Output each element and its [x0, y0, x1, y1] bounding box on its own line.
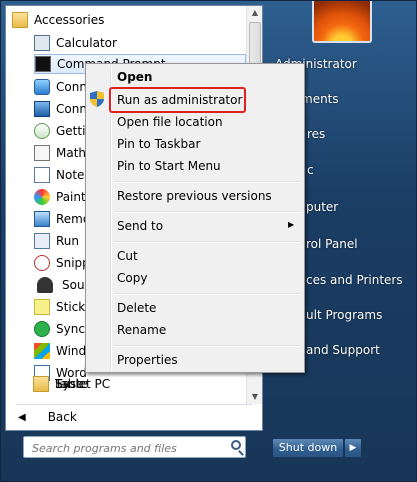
program-label: Getti	[56, 124, 86, 138]
menu-separator	[114, 241, 300, 243]
submenu-arrow-icon: ▶	[288, 220, 295, 229]
getting-started-icon	[34, 123, 50, 139]
windows-icon	[34, 343, 50, 359]
program-label: Tablet PC	[55, 377, 111, 391]
menu-item-rename[interactable]: Rename	[117, 323, 166, 337]
right-item-control-panel[interactable]: rol Panel	[306, 237, 358, 251]
command-prompt-icon	[35, 56, 51, 72]
start-menu: Accessories Calculator Command Prompt Co…	[0, 0, 417, 482]
menu-item-run-as-administrator[interactable]: Run as administrator	[117, 93, 242, 107]
sticky-notes-icon	[34, 299, 50, 315]
search-input[interactable]	[30, 439, 214, 457]
menu-item-send-to[interactable]: Send to	[117, 219, 163, 233]
menu-item-open-file-location[interactable]: Open file location	[117, 115, 223, 129]
right-item-documents[interactable]: ments	[301, 92, 339, 106]
uac-shield-icon	[90, 91, 104, 107]
right-item-help-support[interactable]: and Support	[306, 343, 380, 357]
remote-desktop-connect-icon	[34, 101, 50, 117]
math-input-icon	[34, 145, 50, 161]
menu-item-open[interactable]: Open	[117, 70, 152, 84]
program-label: Wind	[56, 344, 87, 358]
menu-item-restore-previous-versions[interactable]: Restore previous versions	[117, 189, 272, 203]
menu-item-delete[interactable]: Delete	[117, 301, 156, 315]
program-label: Note	[56, 168, 85, 182]
menu-gutter	[110, 66, 112, 370]
program-label: Paint	[56, 190, 86, 204]
sync-center-icon	[34, 321, 50, 337]
paint-icon	[34, 189, 50, 205]
right-item-devices-printers[interactable]: ces and Printers	[306, 273, 403, 287]
list-divider	[16, 404, 252, 405]
notepad-icon	[34, 167, 50, 183]
scroll-down-arrow-icon[interactable]: ▼	[247, 390, 263, 404]
program-label: Conn	[56, 80, 87, 94]
right-item-default-programs[interactable]: ult Programs	[306, 308, 382, 322]
calculator-icon	[34, 35, 50, 51]
program-label: Conn	[56, 102, 87, 116]
folder-accessories[interactable]: Accessories	[12, 9, 246, 31]
menu-item-pin-to-taskbar[interactable]: Pin to Taskbar	[117, 137, 200, 151]
right-item-pictures[interactable]: res	[307, 127, 325, 141]
menu-separator	[114, 211, 300, 213]
program-label: Math	[56, 146, 87, 160]
shutdown-button[interactable]: Shut down	[272, 438, 344, 458]
back-arrow-icon: ◀	[18, 411, 26, 423]
menu-item-pin-to-start-menu[interactable]: Pin to Start Menu	[117, 159, 221, 173]
network-connect-icon	[34, 79, 50, 95]
run-icon	[34, 233, 50, 249]
menu-item-cut[interactable]: Cut	[117, 249, 138, 263]
snipping-tool-icon	[34, 255, 50, 271]
user-avatar[interactable]	[312, 1, 372, 43]
shutdown-options-arrow-icon[interactable]: ▶	[344, 438, 362, 458]
sound-recorder-icon	[37, 277, 53, 293]
remote-icon	[34, 211, 50, 227]
program-label: Sync	[56, 322, 85, 336]
program-label: Run	[56, 234, 80, 248]
search-box[interactable]	[23, 436, 246, 458]
right-item-music[interactable]: c	[307, 163, 314, 177]
program-item-calculator[interactable]: Calculator	[34, 32, 246, 54]
scroll-up-arrow-icon[interactable]: ▲	[247, 6, 263, 20]
program-label: Calculator	[56, 36, 117, 50]
menu-separator	[114, 345, 300, 347]
menu-separator	[114, 293, 300, 295]
folder-label: Accessories	[34, 13, 105, 27]
menu-item-copy[interactable]: Copy	[117, 271, 147, 285]
folder-icon	[33, 376, 49, 392]
back-button[interactable]: ◀ Back	[18, 406, 218, 428]
folder-icon	[12, 12, 28, 28]
program-item-tablet-pc[interactable]: Tablet PC	[33, 373, 243, 395]
back-label: Back	[47, 410, 77, 424]
search-icon[interactable]	[231, 440, 241, 450]
right-item-computer[interactable]: puter	[306, 200, 338, 214]
menu-item-properties[interactable]: Properties	[117, 353, 178, 367]
context-menu: Open Run as administrator Open file loca…	[85, 63, 305, 373]
menu-separator	[114, 181, 300, 183]
